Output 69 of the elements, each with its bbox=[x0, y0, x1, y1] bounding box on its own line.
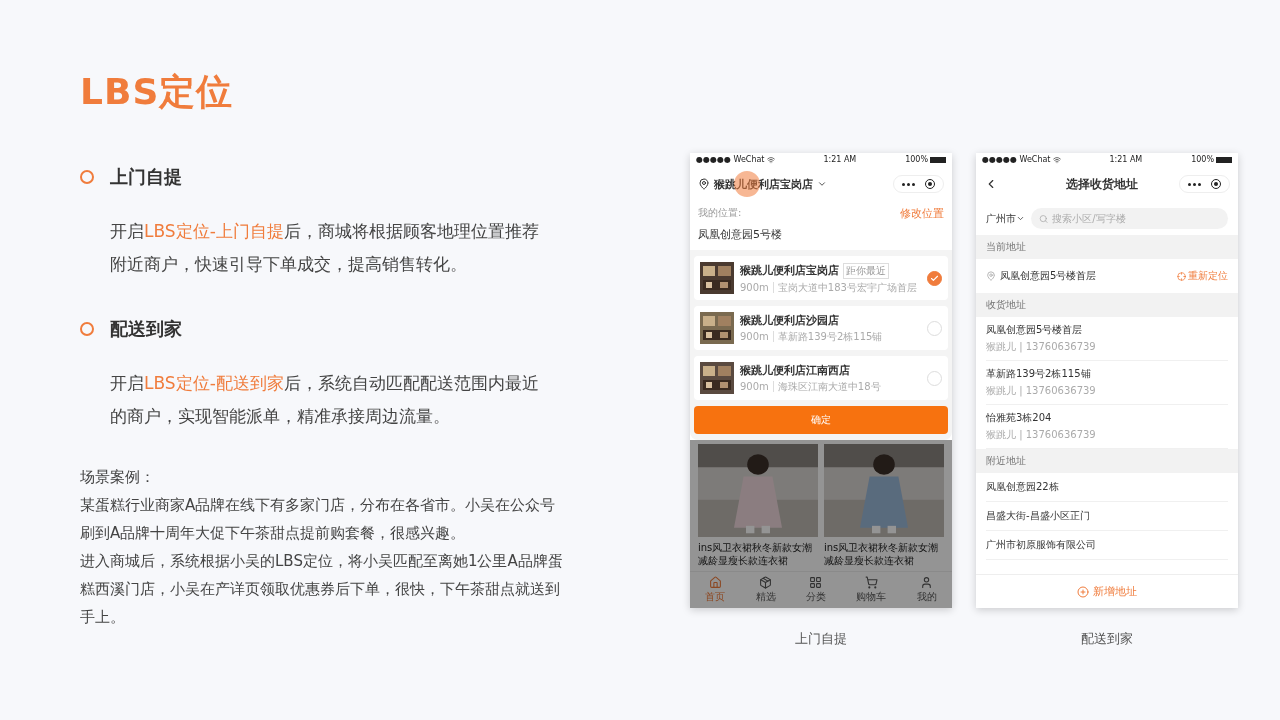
carrier-label: ●●●●● WeChat bbox=[696, 155, 765, 164]
carrier-label: ●●●●● WeChat bbox=[982, 155, 1051, 164]
address-item[interactable]: 凤凰创意园5号楼首层 猴跳儿 | 13760636739 bbox=[986, 317, 1228, 361]
location-pin-icon bbox=[986, 271, 996, 281]
tab-bar-item[interactable]: 分类 bbox=[805, 576, 826, 604]
store-selector[interactable]: 猴跳儿便利店宝岗店 bbox=[714, 176, 813, 192]
location-label: 我的位置: bbox=[698, 206, 743, 220]
tab-bar-item[interactable]: 精选 bbox=[755, 576, 776, 604]
wifi-icon bbox=[766, 155, 775, 164]
tab-bar-item[interactable]: 我的 bbox=[916, 576, 937, 604]
battery-icon bbox=[930, 156, 946, 163]
nearest-tag: 距你最近 bbox=[843, 262, 889, 279]
store-distance: 900m bbox=[740, 331, 774, 342]
screen-title: 选择收货地址 bbox=[1064, 175, 1139, 193]
plus-circle-icon bbox=[1077, 585, 1089, 598]
case-paragraph: 某蛋糕行业商家A品牌在线下有多家门店，分布在各省市。小吴在公众号刷到A品牌十周年大促下午茶甜点提前购套餐，很感兴趣。 bbox=[80, 495, 557, 544]
store-address: 宝岗大道中183号宏宇广场首层 bbox=[777, 281, 917, 293]
address-item[interactable]: 广州市初原服饰有限公司 bbox=[986, 531, 1228, 560]
grid-icon bbox=[809, 576, 823, 589]
store-card[interactable]: 猴跳儿便利店江南西店 900m 海珠区江南大道中18号 bbox=[694, 356, 948, 400]
product-title: ins风卫衣裙秋冬新款女潮减龄显瘦长款连衣裙 bbox=[824, 541, 940, 567]
store-name: 猴跳儿便利店江南西店 bbox=[740, 363, 850, 378]
case-paragraph: 进入商城后，系统根据小吴的LBS定位，将小吴匹配至离她1公里A品牌蛋糕西溪门店，小吴在产详页领取优惠券后下单，很快，下午茶甜点就送到手上。 bbox=[80, 551, 564, 628]
battery-label: 100% bbox=[905, 155, 928, 164]
city-selector[interactable]: 广州市 bbox=[986, 211, 1016, 226]
section-header: 附近地址 bbox=[976, 449, 1238, 473]
section-header: 当前地址 bbox=[976, 235, 1238, 259]
store-address: 革新路139号2栋115铺 bbox=[777, 331, 883, 342]
bullet-icon bbox=[80, 170, 94, 184]
page-title: LBS定位 bbox=[80, 70, 235, 114]
clock: 1:21 AM bbox=[1109, 155, 1143, 164]
location-pin-icon bbox=[698, 178, 710, 190]
case-heading: 场景案例： bbox=[80, 467, 156, 488]
chevron-down-icon bbox=[817, 179, 827, 189]
check-icon bbox=[930, 273, 939, 283]
tab-bar-item[interactable]: 购物车 bbox=[856, 576, 887, 604]
box-icon bbox=[759, 576, 773, 589]
store-card[interactable]: 猴跳儿便利店宝岗店 距你最近 900m 宝岗大道中183号宏宇广场首层 bbox=[694, 256, 948, 300]
clock: 1:21 AM bbox=[823, 155, 857, 164]
cart-icon bbox=[864, 576, 878, 589]
store-name: 猴跳儿便利店宝岗店 bbox=[740, 263, 839, 278]
address-item[interactable]: 昌盛大街-昌盛小区正门 bbox=[986, 502, 1228, 531]
current-location: 凤凰创意园5号楼 bbox=[698, 227, 783, 242]
bullet-icon bbox=[80, 322, 94, 336]
section-header: 收货地址 bbox=[976, 293, 1238, 317]
store-distance: 900m bbox=[740, 281, 774, 293]
feature-heading: 上门自提 bbox=[110, 165, 182, 189]
address-text: 凤凰创意园5号楼首层 bbox=[1000, 269, 1097, 283]
feature-heading: 配送到家 bbox=[110, 317, 182, 341]
address-item[interactable]: 革新路139号2栋115铺 猴跳儿 | 13760636739 bbox=[986, 361, 1228, 405]
user-icon bbox=[920, 576, 934, 589]
screen-caption: 上门自提 bbox=[795, 630, 847, 648]
store-distance: 900m bbox=[740, 381, 774, 392]
radio-button[interactable] bbox=[927, 270, 942, 286]
feature-description: 开启LBS定位-上门自提后，商城将根据顾客地理位置推荐附近商户，快速引导下单成交，提高销售转化。 bbox=[110, 220, 540, 276]
search-icon bbox=[1039, 213, 1049, 224]
wifi-icon bbox=[1052, 155, 1061, 164]
store-address: 海珠区江南大道中18号 bbox=[777, 381, 881, 392]
feature-description: 开启LBS定位-配送到家后，系统自动匹配配送范围内最近的商户，实现智能派单，精准承接周边流量。 bbox=[110, 372, 540, 428]
crosshair-icon bbox=[1177, 271, 1186, 281]
address-item[interactable]: 凤凰创意园22栋 bbox=[986, 473, 1228, 502]
home-icon bbox=[708, 576, 722, 589]
battery-label: 100% bbox=[1191, 155, 1214, 164]
battery-icon bbox=[1216, 156, 1232, 163]
screen-caption: 配送到家 bbox=[1081, 630, 1133, 648]
product-title: ins风卫衣裙秋冬新款女潮减龄显瘦长款连衣裙 bbox=[698, 541, 814, 567]
chevron-down-icon bbox=[1016, 214, 1025, 223]
store-name: 猴跳儿便利店沙园店 bbox=[740, 313, 839, 328]
store-card[interactable]: 猴跳儿便利店沙园店 900m 革新路139号2栋115铺 bbox=[694, 306, 948, 350]
